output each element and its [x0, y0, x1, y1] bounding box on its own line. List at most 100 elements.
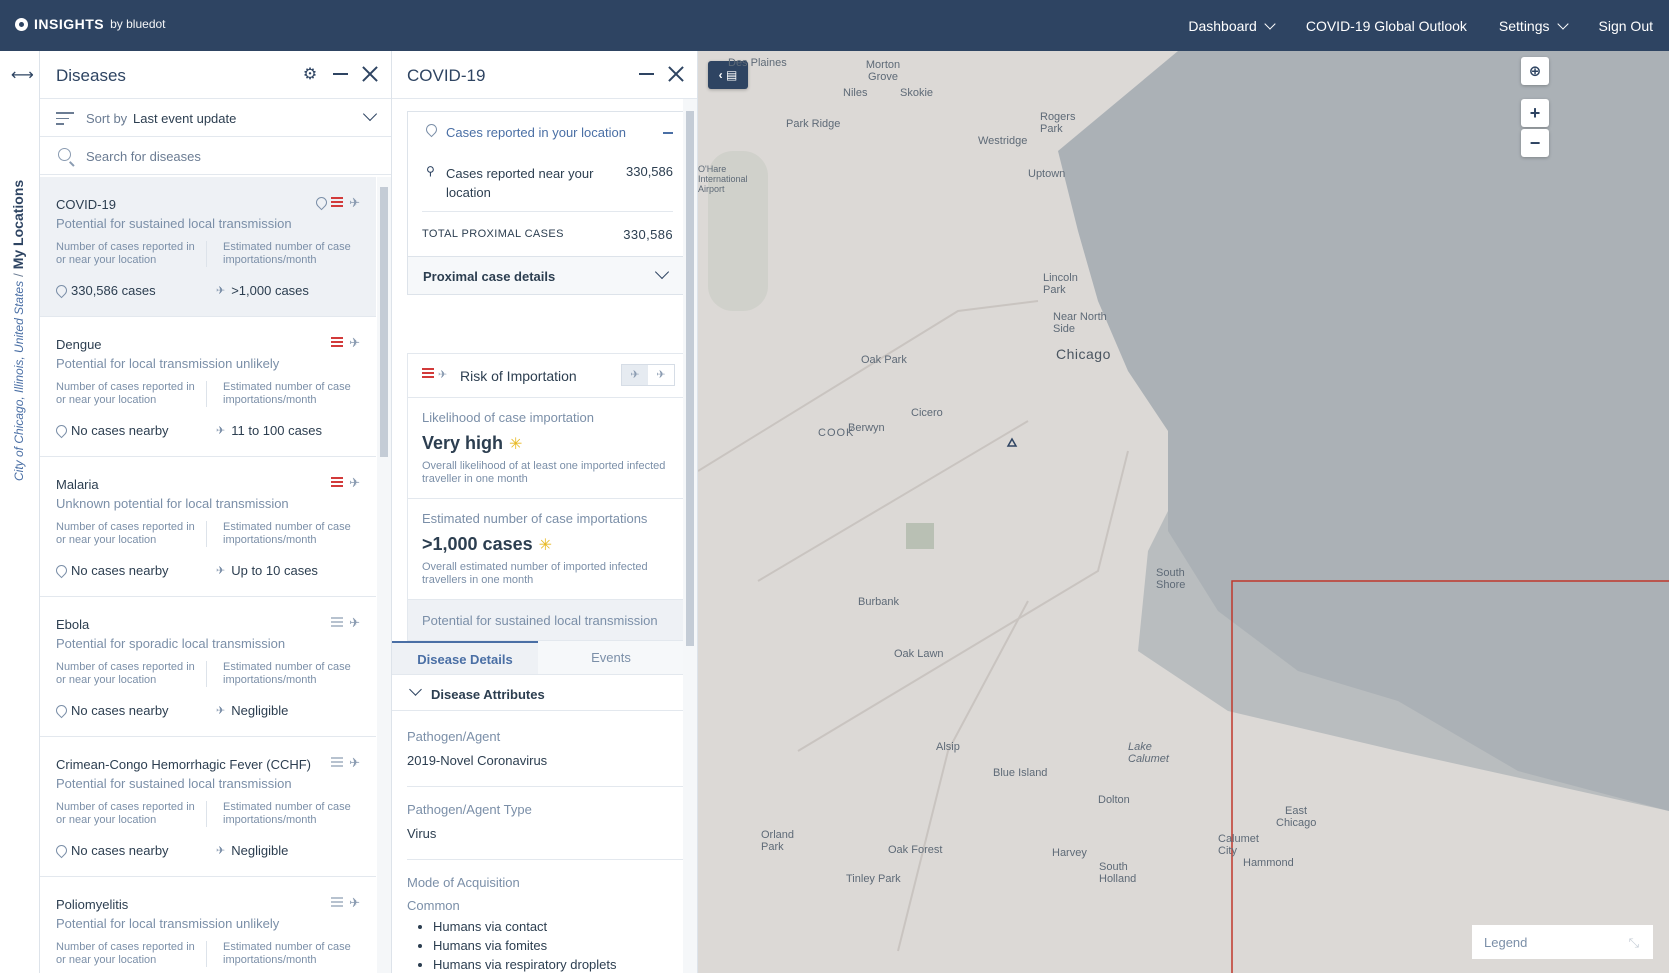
disease-card[interactable]: ✈ Crimean-Congo Hemorrhagic Fever (CCHF) P… [40, 737, 376, 877]
globe-icon: ⊕ [1528, 63, 1542, 80]
globe-button[interactable]: ⊕ [1521, 57, 1549, 85]
importation-value: >1,000 cases [231, 283, 309, 298]
proximal-cases-box: Cases reported in your location ⚲ Cases … [407, 111, 688, 295]
nav-settings[interactable]: Settings [1483, 18, 1583, 34]
importation-value: Negligible [231, 843, 289, 858]
local-cases-value: No cases nearby [71, 563, 169, 578]
local-cases-value: No cases nearby [71, 843, 169, 858]
disease-attributes-label: Disease Attributes [431, 687, 545, 702]
map-label: Lake Calumet [1128, 741, 1169, 765]
importation-stat: ✈ 11 to 100 cases [216, 423, 322, 438]
disease-card[interactable]: ✈ Ebola Potential for sporadic local trans… [40, 597, 376, 737]
gear-icon[interactable]: ⚙ [301, 65, 319, 83]
disease-transmission: Potential for local transmission unlikel… [56, 356, 280, 371]
risk-title: Risk of Importation [460, 368, 577, 384]
importation-header: Estimated number of case importations/mo… [206, 241, 356, 267]
map-label: Skokie [900, 87, 934, 99]
disease-list-scrollbar[interactable] [377, 177, 391, 973]
zoom-in-button[interactable]: + [1521, 99, 1549, 127]
list-item: Humans via respiratory droplets [433, 955, 688, 973]
detail-scrollbar[interactable] [683, 99, 697, 973]
chevron-down-icon [1264, 17, 1276, 30]
importation-value: 11 to 100 cases [231, 423, 323, 438]
disease-search[interactable]: Search for diseases [40, 137, 391, 175]
export-toggle-icon[interactable]: ✈ [648, 365, 674, 385]
importation-stat: ✈ Negligible [216, 703, 288, 718]
disease-transmission: Potential for sporadic local transmissio… [56, 636, 286, 651]
nav-dashboard[interactable]: Dashboard [1172, 18, 1290, 34]
brand-logo[interactable]: INSIGHTS by bluedot [15, 16, 166, 32]
top-navbar: INSIGHTS by bluedot Dashboard COVID-19 G… [0, 0, 1669, 51]
mode-of-acquisition-field: Mode of Acquisition Common Humans via co… [407, 875, 688, 973]
expand-legend-icon[interactable]: ⤡ [1629, 935, 1639, 951]
covid-detail-panel: COVID-19 Cases reported in your location… [392, 51, 698, 973]
disease-transmission: Potential for sustained local transmissi… [56, 776, 292, 791]
disease-card[interactable]: ✈ Poliomyelitis Potential for local transm… [40, 877, 376, 973]
map-label: Lincoln Park [1043, 272, 1078, 296]
search-input[interactable]: Search for diseases [86, 149, 201, 164]
list-item: Humans via contact [433, 917, 688, 936]
location-pin-icon [426, 124, 435, 139]
map-label: Harvey [1052, 847, 1087, 859]
local-cases-stat: No cases nearby [56, 563, 169, 578]
local-cases-header: Number of cases reported in or near your… [56, 801, 195, 826]
proximal-details-label: Proximal case details [423, 269, 556, 284]
cases-in-location-row[interactable]: Cases reported in your location [408, 112, 687, 152]
nav-sign-out[interactable]: Sign Out [1583, 18, 1669, 34]
panel-title: Diseases [56, 66, 126, 85]
map-label: Oak Lawn [894, 648, 944, 660]
disease-attributes-toggle[interactable]: Disease Attributes [392, 675, 684, 711]
map-label: South Shore [1156, 567, 1186, 591]
map-label: Park Ridge [786, 118, 841, 130]
expand-arrows-icon[interactable]: ⟷ [11, 65, 34, 85]
minimize-icon[interactable] [637, 65, 655, 83]
import-export-toggle[interactable]: ✈ ✈ [621, 364, 675, 386]
plane-landing-icon: ✈ [438, 369, 448, 381]
map-label: Near North Side [1053, 311, 1107, 335]
sort-dropdown[interactable]: Sort by Last event update [40, 99, 391, 137]
disease-card[interactable]: ✈ COVID-19 Potential for sustained local t… [40, 177, 376, 317]
close-icon[interactable] [361, 65, 379, 83]
close-icon[interactable] [667, 65, 685, 83]
risk-bars-icon [331, 757, 344, 769]
legend-label: Legend [1484, 935, 1528, 950]
mode-common-label: Common [407, 898, 460, 913]
local-cases-stat: No cases nearby [56, 843, 169, 858]
map-view[interactable]: ‹ ▤ ⊕ + − Des Plaines Morton Grove Niles… [698, 51, 1669, 973]
nav-covid-outlook[interactable]: COVID-19 Global Outlook [1290, 18, 1483, 34]
import-toggle-icon[interactable]: ✈ [622, 365, 648, 385]
location-breadcrumb[interactable]: City of Chicago, Illinois, United States… [10, 180, 26, 481]
map-label: Hammond [1243, 857, 1294, 869]
total-proximal-label: TOTAL PROXIMAL CASES [422, 228, 564, 240]
nav-dashboard-label: Dashboard [1188, 17, 1257, 34]
tab-disease-details[interactable]: Disease Details [392, 641, 538, 674]
tab-events[interactable]: Events [538, 641, 684, 674]
risk-bars-icon [331, 337, 344, 349]
my-locations-label[interactable]: My Locations [10, 180, 26, 269]
disease-card[interactable]: ✈ Dengue Potential for local transmission … [40, 317, 376, 457]
pathogen-label: Pathogen/Agent [407, 729, 501, 744]
location-link[interactable]: City of Chicago, Illinois, United States [12, 281, 26, 481]
plane-landing-icon: ✈ [216, 425, 226, 437]
plane-landing-icon: ✈ [349, 895, 360, 910]
sun-icon: ✳ [538, 536, 553, 554]
risk-of-importation-box: ✈ Risk of Importation ✈ ✈ Likelihood of … [407, 353, 688, 641]
pathogen-type-label: Pathogen/Agent Type [407, 802, 532, 817]
risk-bars-icon [331, 617, 344, 629]
estimate-label: Estimated number of case importations [422, 511, 648, 526]
cases-near-label: Cases reported near your location [446, 166, 594, 200]
disease-card[interactable]: ✈ Malaria Unknown potential for local tran… [40, 457, 376, 597]
map-label: Des Plaines [728, 57, 787, 69]
map-label: Westridge [978, 135, 1028, 147]
pathogen-type-field: Pathogen/Agent Type Virus [407, 802, 688, 860]
minimize-icon[interactable] [331, 65, 349, 83]
zoom-out-button[interactable]: − [1521, 129, 1549, 157]
collapse-icon[interactable] [663, 132, 673, 134]
estimate-section: Estimated number of case importations >1… [408, 499, 687, 600]
map-label: Cicero [911, 407, 943, 419]
proximal-details-toggle[interactable]: Proximal case details [408, 256, 687, 294]
likelihood-value: Very high [422, 433, 504, 453]
disease-name: Poliomyelitis [56, 897, 129, 912]
panel-title: COVID-19 [407, 66, 486, 85]
map-legend[interactable]: Legend ⤡ [1472, 925, 1653, 959]
